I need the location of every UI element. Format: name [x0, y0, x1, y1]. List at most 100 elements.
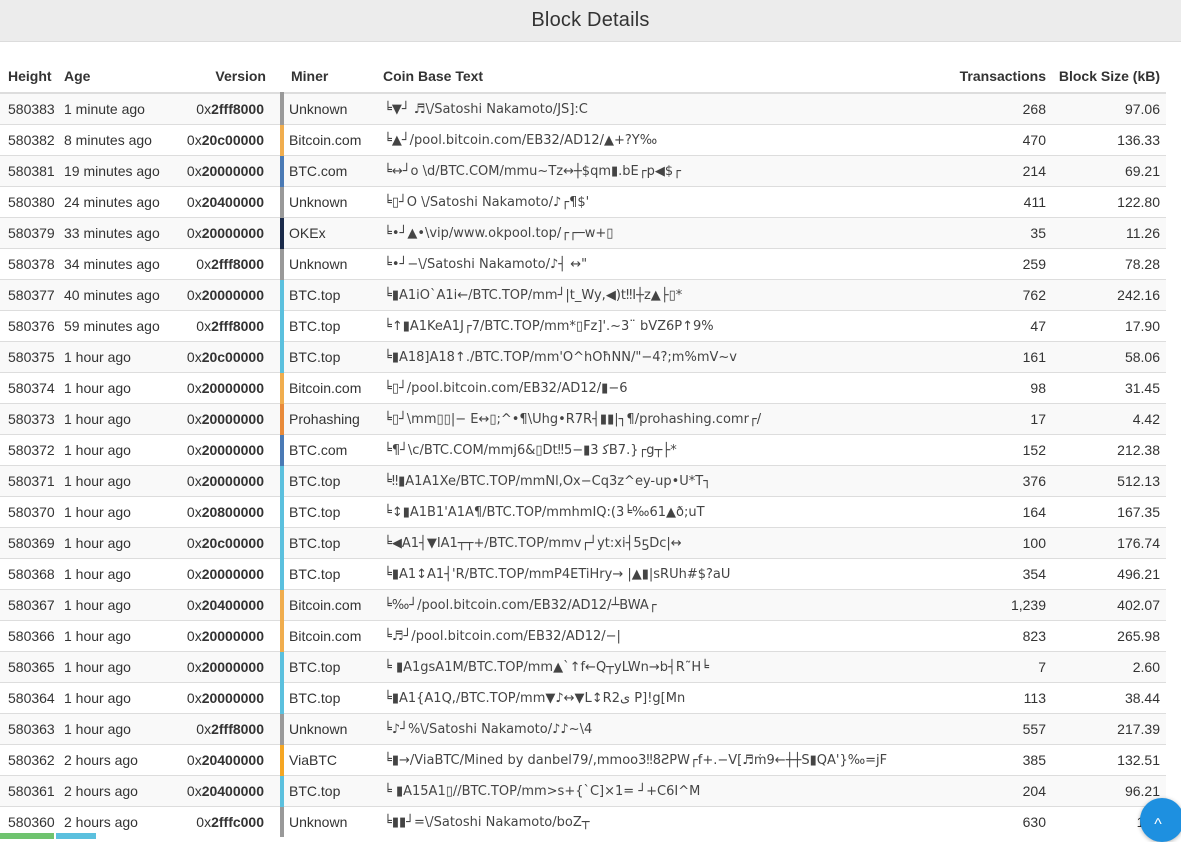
block-height-link[interactable]: 580361 — [0, 775, 60, 807]
block-size: 176.74 — [1054, 527, 1166, 559]
block-height-link[interactable]: 580363 — [0, 713, 60, 745]
block-age: 1 minute ago — [60, 92, 180, 125]
block-age: 2 hours ago — [60, 775, 180, 807]
block-coinbase-text: ╘ ▮A15A1▯//BTC.TOP/mm>s+{`C]×1= ┘+C6I^M — [379, 775, 899, 807]
version-prefix: 0x — [186, 442, 202, 458]
block-transactions: 411 — [899, 186, 1054, 218]
block-transactions: 630 — [899, 806, 1054, 837]
version-value: 2fff8000 — [211, 318, 264, 334]
table-row[interactable]: 580382 8 minutes ago 0x20c00000 Bitcoin.com… — [0, 124, 1166, 156]
version-value: 20400000 — [201, 194, 264, 210]
table-row[interactable]: 580365 1 hour ago 0x20000000 BTC.top ╘ ▮A1gs… — [0, 651, 1166, 683]
block-transactions: 259 — [899, 248, 1054, 280]
table-row[interactable]: 580376 59 minutes ago 0x2fff8000 BTC.top ╘↑▮… — [0, 310, 1166, 342]
version-prefix: 0x — [196, 101, 212, 117]
table-row[interactable]: 580366 1 hour ago 0x20000000 Bitcoin.com ╘♬┘… — [0, 620, 1166, 652]
block-transactions: 762 — [899, 279, 1054, 311]
block-height-link[interactable]: 580383 — [0, 92, 60, 125]
block-table-container: Height Age Version Miner Coin Base Text … — [0, 60, 1166, 837]
block-version: 0x20400000 — [180, 744, 282, 776]
table-row[interactable]: 580375 1 hour ago 0x20c00000 BTC.top ╘▮A18]A… — [0, 341, 1166, 373]
block-height-link[interactable]: 580371 — [0, 465, 60, 497]
block-coinbase-text: ╘¶┘\c/BTC.COM/mmj6&▯Dt‼5−▮3 ﮐB7.}┌g┬├* — [379, 434, 899, 466]
block-transactions: 557 — [899, 713, 1054, 745]
block-height-link[interactable]: 580372 — [0, 434, 60, 466]
block-size: 496.21 — [1054, 558, 1166, 590]
table-row[interactable]: 580371 1 hour ago 0x20000000 BTC.top ╘‼▮A1A1… — [0, 465, 1166, 497]
block-height-link[interactable]: 580375 — [0, 341, 60, 373]
block-height-link[interactable]: 580377 — [0, 279, 60, 311]
table-row[interactable]: 580362 2 hours ago 0x20400000 ViaBTC ╘▮→/Via… — [0, 744, 1166, 776]
block-height-link[interactable]: 580364 — [0, 682, 60, 714]
table-row[interactable]: 580364 1 hour ago 0x20000000 BTC.top ╘▮A1{A1… — [0, 682, 1166, 714]
block-height-link[interactable]: 580368 — [0, 558, 60, 590]
block-miner: BTC.top — [280, 496, 379, 528]
block-height-link[interactable]: 580373 — [0, 403, 60, 435]
block-coinbase-text: ╘▮A1↕A1┤'R/BTC.TOP/mmP4ETiHry→ |▲▮|sRUh#… — [379, 558, 899, 590]
block-height-link[interactable]: 580374 — [0, 372, 60, 404]
block-table: Height Age Version Miner Coin Base Text … — [0, 60, 1166, 837]
column-header-block-size[interactable]: Block Size (kB) — [1054, 60, 1166, 94]
block-version: 0x20000000 — [180, 434, 282, 466]
block-miner: Unknown — [280, 248, 379, 280]
block-miner: OKEx — [280, 217, 379, 249]
version-value: 20000000 — [201, 442, 264, 458]
block-transactions: 98 — [899, 372, 1054, 404]
bottom-tab-2[interactable] — [56, 833, 96, 839]
scroll-to-top-button[interactable]: ^ — [1140, 798, 1181, 842]
block-age: 2 hours ago — [60, 744, 180, 776]
block-height-link[interactable]: 580370 — [0, 496, 60, 528]
table-row[interactable]: 580370 1 hour ago 0x20800000 BTC.top ╘↕▮A1B1… — [0, 496, 1166, 528]
block-height-link[interactable]: 580382 — [0, 124, 60, 156]
block-height-link[interactable]: 580365 — [0, 651, 60, 683]
table-row[interactable]: 580368 1 hour ago 0x20000000 BTC.top ╘▮A1↕A1… — [0, 558, 1166, 590]
column-header-height[interactable]: Height — [0, 60, 60, 94]
table-row[interactable]: 580377 40 minutes ago 0x20000000 BTC.top ╘▮A… — [0, 279, 1166, 311]
block-coinbase-text: ╘↑▮A1KeA1J┌7/BTC.TOP/mm*▯Fz]'.~3¨ bVZ6P↑… — [379, 310, 899, 342]
version-prefix: 0x — [186, 783, 202, 799]
block-height-link[interactable]: 580381 — [0, 155, 60, 187]
column-header-age[interactable]: Age — [60, 60, 180, 94]
column-header-miner[interactable]: Miner — [282, 60, 379, 94]
block-height-link[interactable]: 580376 — [0, 310, 60, 342]
table-row[interactable]: 580372 1 hour ago 0x20000000 BTC.com ╘¶┘\c/B… — [0, 434, 1166, 466]
table-row[interactable]: 580373 1 hour ago 0x20000000 Prohashing ╘▯┘\… — [0, 403, 1166, 435]
block-height-link[interactable]: 580379 — [0, 217, 60, 249]
block-miner: BTC.top — [280, 558, 379, 590]
block-height-link[interactable]: 580362 — [0, 744, 60, 776]
table-row[interactable]: 580361 2 hours ago 0x20400000 BTC.top ╘ ▮A15… — [0, 775, 1166, 807]
table-row[interactable]: 580367 1 hour ago 0x20400000 Bitcoin.com ╘‰┘… — [0, 589, 1166, 621]
version-prefix: 0x — [186, 194, 202, 210]
block-miner: BTC.top — [280, 682, 379, 714]
block-height-link[interactable]: 580380 — [0, 186, 60, 218]
block-height-link[interactable]: 580378 — [0, 248, 60, 280]
block-height-link[interactable]: 580369 — [0, 527, 60, 559]
table-row[interactable]: 580374 1 hour ago 0x20000000 Bitcoin.com ╘▯┘… — [0, 372, 1166, 404]
table-row[interactable]: 580369 1 hour ago 0x20c00000 BTC.top ╘◀A1┤▼I… — [0, 527, 1166, 559]
block-height-link[interactable]: 580366 — [0, 620, 60, 652]
bottom-tab-strip — [0, 833, 100, 839]
version-prefix: 0x — [186, 380, 202, 396]
block-age: 1 hour ago — [60, 434, 180, 466]
version-value: 20400000 — [201, 597, 264, 613]
block-miner: Bitcoin.com — [280, 620, 379, 652]
block-version: 0x2fff8000 — [180, 92, 282, 125]
table-row[interactable]: 580383 1 minute ago 0x2fff8000 Unknown ╘▼┘ ♬… — [0, 92, 1166, 125]
block-coinbase-text: ╘↕▮A1B1'A1A¶/BTC.TOP/mmhmIQ:(3╘‰61▲ð;uT — [379, 496, 899, 528]
table-row[interactable]: 580360 2 hours ago 0x2fffc000 Unknown ╘▮▮┘=\… — [0, 806, 1166, 837]
bottom-tab-1[interactable] — [0, 833, 54, 839]
version-value: 2fff8000 — [211, 256, 264, 272]
block-version: 0x2fff8000 — [180, 713, 282, 745]
table-row[interactable]: 580381 19 minutes ago 0x20000000 BTC.com ╘↔┘… — [0, 155, 1166, 187]
version-value: 2fffc000 — [211, 814, 264, 830]
block-miner: BTC.top — [280, 651, 379, 683]
table-row[interactable]: 580380 24 minutes ago 0x20400000 Unknown ╘▯┘… — [0, 186, 1166, 218]
table-row[interactable]: 580378 34 minutes ago 0x2fff8000 Unknown ╘•┘… — [0, 248, 1166, 280]
column-header-coinbase[interactable]: Coin Base Text — [379, 60, 899, 94]
table-row[interactable]: 580363 1 hour ago 0x2fff8000 Unknown ╘♪┘%\/S… — [0, 713, 1166, 745]
column-header-version[interactable]: Version — [180, 60, 282, 94]
block-height-link[interactable]: 580367 — [0, 589, 60, 621]
block-size: 136.33 — [1054, 124, 1166, 156]
column-header-transactions[interactable]: Transactions — [899, 60, 1054, 94]
table-row[interactable]: 580379 33 minutes ago 0x20000000 OKEx ╘•┘▲•\… — [0, 217, 1166, 249]
